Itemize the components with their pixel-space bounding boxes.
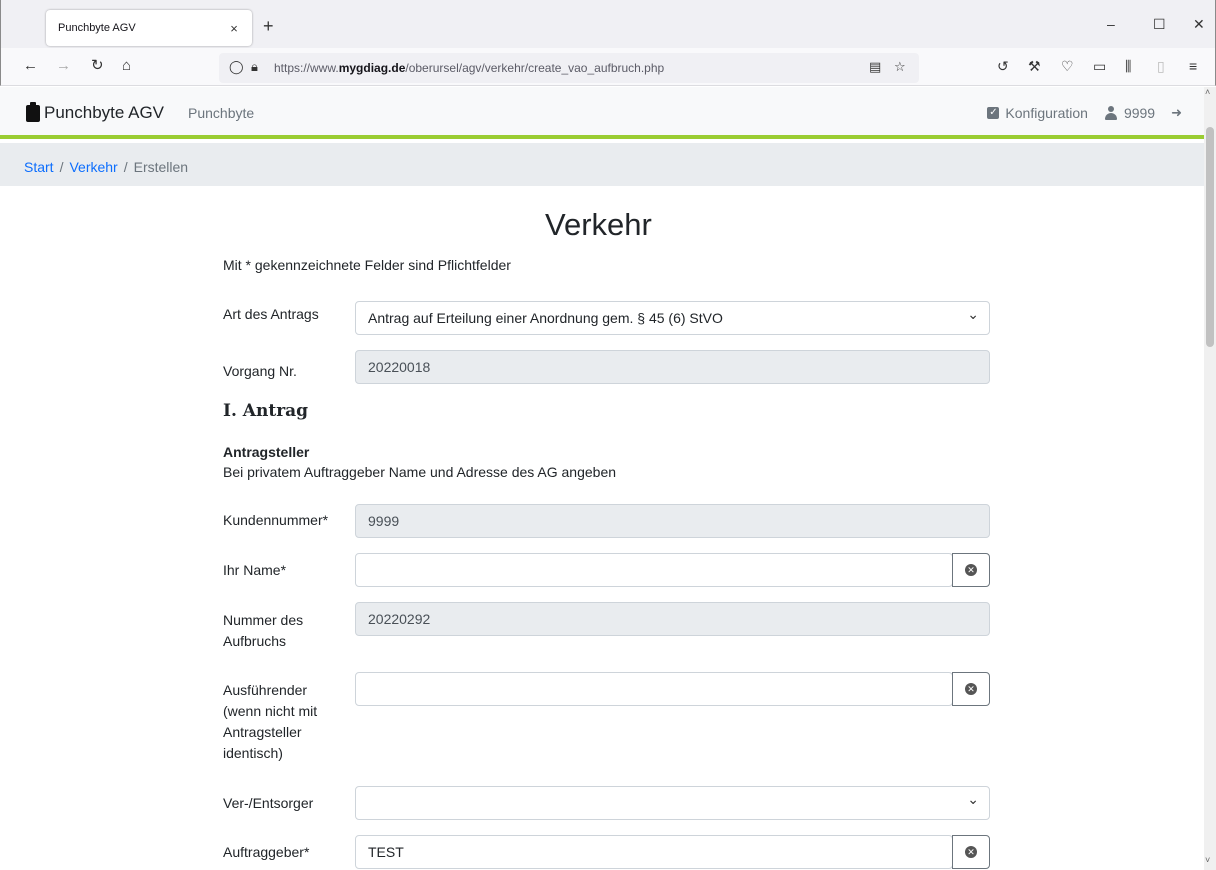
header-right-nav: ✓ Konfiguration 9999 ➜ <box>987 105 1182 121</box>
clear-icon: ✕ <box>965 564 977 576</box>
user-id-link[interactable]: 9999 <box>1124 105 1155 121</box>
new-tab-icon[interactable]: + <box>263 17 274 35</box>
url-bar[interactable]: ◯ 🔒︎ https://www.mygdiag.de/oberursel/ag… <box>219 53 919 83</box>
vorgang-label: Vorgang Nr. <box>223 363 297 379</box>
config-link[interactable]: Konfiguration <box>1005 105 1088 121</box>
page-title: Verkehr <box>545 207 652 242</box>
auftrag-clear-button[interactable]: ✕ <box>952 835 990 869</box>
ausf-input[interactable] <box>355 672 953 706</box>
reload-icon[interactable]: ↻ <box>91 57 104 75</box>
sidebar-icon[interactable]: ▯ <box>1157 58 1165 74</box>
required-note: Mit * gekennzeichnete Felder sind Pflich… <box>223 257 511 273</box>
scroll-up-icon[interactable]: ˄ <box>1205 87 1210 97</box>
browser-tab[interactable]: Punchbyte AGV × <box>46 10 252 46</box>
scroll-thumb[interactable] <box>1206 127 1214 347</box>
breadcrumb-current: Erstellen <box>133 159 189 175</box>
tab-title: Punchbyte AGV <box>58 22 136 34</box>
check-square-icon: ✓ <box>987 107 1000 119</box>
menu-icon[interactable]: ≡ <box>1189 58 1197 74</box>
name-label: Ihr Name* <box>223 562 287 578</box>
ausf-label: Ausführender (wenn nicht mit Antragstell… <box>223 682 318 761</box>
kunde-label: Kundennummer* <box>223 512 329 528</box>
browser-tabbar: Punchbyte AGV × + – ☐ ✕ <box>0 0 1216 48</box>
back-icon[interactable]: ← <box>23 57 38 75</box>
url-text: https://www.mygdiag.de/oberursel/agv/ver… <box>274 61 665 75</box>
name-input[interactable] <box>355 553 953 587</box>
ausf-clear-button[interactable]: ✕ <box>952 672 990 706</box>
forward-icon[interactable]: → <box>56 57 71 75</box>
logout-icon[interactable]: ➜ <box>1171 105 1182 121</box>
clear-icon: ✕ <box>965 683 977 695</box>
auftrag-label: Auftraggeber* <box>223 844 310 860</box>
breadcrumb-start[interactable]: Start <box>24 159 54 175</box>
aufbruch-field: 20220292 <box>355 602 990 636</box>
library-icon[interactable]: ⫼ <box>1125 58 1131 74</box>
breadcrumb-sep: / <box>59 159 64 175</box>
bookmark-star-icon[interactable]: ☆ <box>894 59 906 75</box>
pocket-icon[interactable]: ♡ <box>1061 58 1074 74</box>
close-window-icon[interactable]: ✕ <box>1193 16 1205 33</box>
home-icon[interactable]: ⌂ <box>122 57 131 75</box>
lock-icon[interactable]: 🔒︎ <box>251 59 258 75</box>
breadcrumb-verkehr[interactable]: Verkehr <box>69 159 117 175</box>
reader-view-icon[interactable]: ▤ <box>869 59 881 75</box>
scroll-down-icon[interactable]: ˅ <box>1205 855 1210 865</box>
auftrag-input[interactable]: TEST <box>355 835 953 869</box>
art-label: Art des Antrags <box>223 306 319 322</box>
user-icon <box>1104 106 1118 120</box>
vorgang-field: 20220018 <box>355 350 990 384</box>
breadcrumb-sep: / <box>123 159 128 175</box>
brand-link[interactable]: Punchbyte AGV <box>44 103 164 123</box>
shield-icon[interactable]: ◯ <box>229 59 244 75</box>
minimize-icon[interactable]: – <box>1107 16 1115 32</box>
folder-icon[interactable]: ▭ <box>1093 58 1106 74</box>
section-title: I. Antrag <box>223 401 309 421</box>
clear-icon: ✕ <box>965 846 977 858</box>
subsection-note: Bei privatem Auftraggeber Name und Adres… <box>223 464 617 480</box>
breadcrumb: Start / Verkehr / Erstellen <box>0 143 1204 186</box>
subsection-title: Antragsteller <box>223 444 310 460</box>
tab-close-icon[interactable]: × <box>224 21 244 36</box>
app-header: Punchbyte AGV Punchbyte ✓ Konfiguration … <box>0 87 1204 139</box>
sub-brand-link[interactable]: Punchbyte <box>188 105 254 121</box>
name-clear-button[interactable]: ✕ <box>952 553 990 587</box>
maximize-icon[interactable]: ☐ <box>1153 16 1166 33</box>
art-select[interactable]: Antrag auf Erteilung einer Anordnung gem… <box>355 301 990 335</box>
kunde-field: 9999 <box>355 504 990 538</box>
wrench-icon[interactable]: ⚒ <box>1028 58 1041 74</box>
verent-label: Ver-/Entsorger <box>223 795 314 811</box>
clipboard-icon <box>26 102 40 122</box>
aufbruch-label: Nummer des Aufbruchs <box>223 612 304 649</box>
verent-select[interactable] <box>355 786 990 820</box>
history-icon[interactable]: ↺ <box>997 58 1009 74</box>
browser-navbar: ← → ↻ ⌂ ◯ 🔒︎ https://www.mygdiag.de/ober… <box>0 48 1216 86</box>
page-scrollbar[interactable]: ˄ ˅ <box>1204 87 1216 870</box>
